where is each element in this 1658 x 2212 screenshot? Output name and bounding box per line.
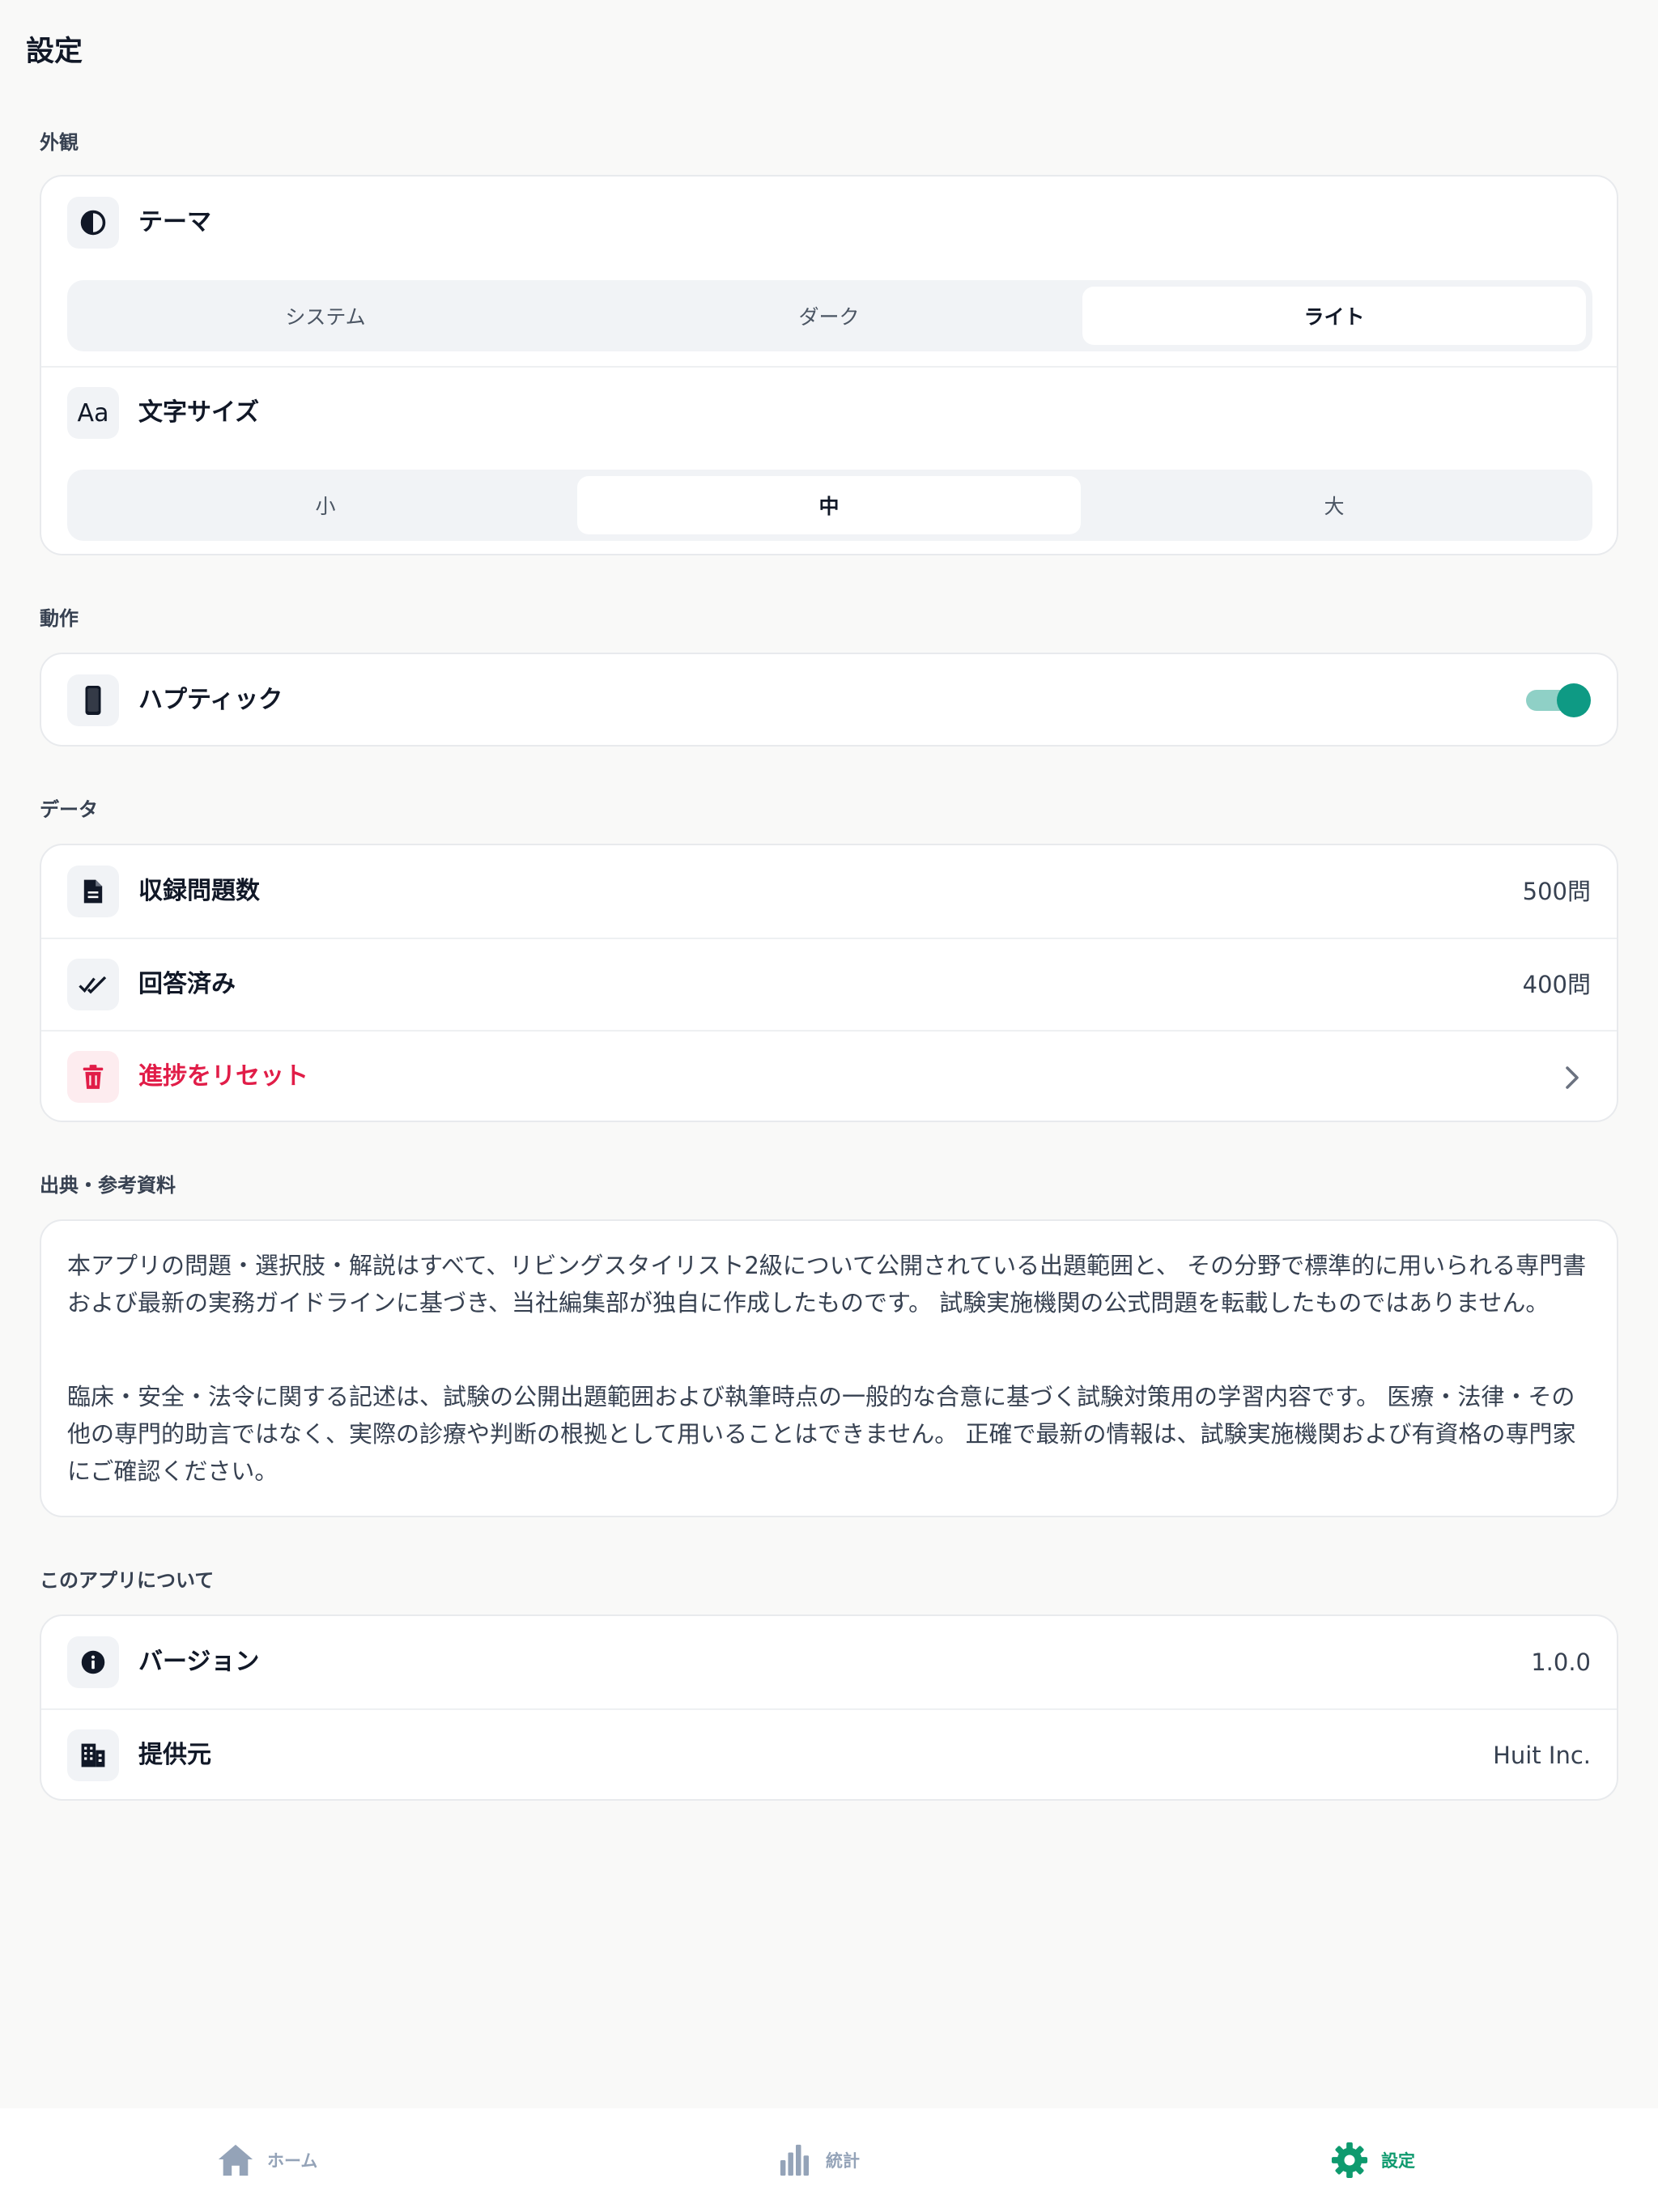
answered-value: 400問 <box>1522 971 1591 998</box>
font-size-option-large[interactable]: 大 <box>1082 476 1586 534</box>
haptic-label: ハプティック <box>138 686 283 714</box>
haptic-row: ハプティック <box>41 654 1617 745</box>
total-questions-row: 収録問題数 500問 <box>41 845 1617 938</box>
theme-option-light[interactable]: ライト <box>1082 287 1586 345</box>
provider-row: 提供元 Huit Inc. <box>41 1708 1617 1799</box>
font-size-row: Aa 文字サイズ <box>41 366 1617 458</box>
tab-settings[interactable]: 設定 <box>1331 2141 1415 2180</box>
provider-value: Huit Inc. <box>1493 1742 1591 1769</box>
theme-option-dark[interactable]: ダーク <box>577 287 1081 345</box>
chevron-right-icon <box>1566 1066 1579 1089</box>
font-size-segmented-control: 小 中 大 <box>67 470 1592 541</box>
theme-option-system[interactable]: システム <box>74 287 577 345</box>
version-label: バージョン <box>138 1648 260 1676</box>
reset-progress-row[interactable]: 進捗をリセット <box>41 1030 1617 1121</box>
data-card: 収録問題数 500問 回答済み 400問 進捗をリセット <box>40 844 1618 1122</box>
trash-icon <box>67 1051 119 1103</box>
section-label-data: データ <box>40 798 98 821</box>
theme-segmented-control: システム ダーク ライト <box>67 280 1592 351</box>
building-icon <box>67 1729 119 1781</box>
smartphone-icon <box>67 674 119 726</box>
tab-stats[interactable]: 統計 <box>779 2141 860 2180</box>
sources-card: 本アプリの問題・選択肢・解説はすべて、リビングスタイリスト2級について公開されて… <box>40 1219 1618 1517</box>
about-card: バージョン 1.0.0 提供元 Huit Inc. <box>40 1614 1618 1801</box>
theme-row: テーマ <box>41 177 1617 269</box>
section-label-behavior: 動作 <box>40 607 79 630</box>
total-questions-value: 500問 <box>1522 878 1591 905</box>
tab-home[interactable]: ホーム <box>217 2141 317 2180</box>
double-check-icon <box>67 959 119 1010</box>
tab-settings-label: 設定 <box>1381 2151 1415 2171</box>
document-icon <box>67 866 119 917</box>
toggle-knob <box>1557 683 1591 717</box>
appearance-card: テーマ システム ダーク ライト Aa 文字サイズ 小 中 大 <box>40 175 1618 555</box>
gear-icon <box>1331 2142 1368 2179</box>
sources-paragraph-1: 本アプリの問題・選択肢・解説はすべて、リビングスタイリスト2級について公開されて… <box>67 1252 1587 1317</box>
font-size-option-small[interactable]: 小 <box>74 476 577 534</box>
font-size-option-medium[interactable]: 中 <box>577 476 1081 534</box>
theme-label: テーマ <box>138 208 211 236</box>
section-label-about: このアプリについて <box>40 1569 215 1592</box>
info-icon <box>67 1636 119 1688</box>
page-title: 設定 <box>26 36 83 68</box>
tab-stats-label: 統計 <box>826 2151 860 2171</box>
font-size-label: 文字サイズ <box>138 398 260 427</box>
section-label-sources: 出典・参考資料 <box>40 1174 176 1197</box>
sources-paragraph-2: 臨床・安全・法令に関する記述は、試験の公開出題範囲および執筆時点の一般的な合意に… <box>67 1383 1576 1485</box>
answered-label: 回答済み <box>138 970 236 998</box>
provider-label: 提供元 <box>138 1741 211 1769</box>
behavior-card: ハプティック <box>40 653 1618 747</box>
reset-progress-label: 進捗をリセット <box>138 1062 308 1091</box>
tab-bar: ホーム 統計 設定 <box>0 2108 1658 2212</box>
tab-home-label: ホーム <box>267 2151 318 2171</box>
text-size-icon: Aa <box>67 387 119 439</box>
bar-chart-icon <box>780 2144 810 2176</box>
version-value: 1.0.0 <box>1531 1648 1591 1676</box>
answered-row: 回答済み 400問 <box>41 938 1617 1030</box>
version-row: バージョン 1.0.0 <box>41 1616 1617 1708</box>
contrast-icon <box>67 197 119 249</box>
home-icon <box>218 2144 253 2176</box>
section-label-appearance: 外観 <box>40 131 79 154</box>
total-questions-label: 収録問題数 <box>138 877 260 905</box>
haptic-toggle[interactable] <box>1526 682 1591 717</box>
